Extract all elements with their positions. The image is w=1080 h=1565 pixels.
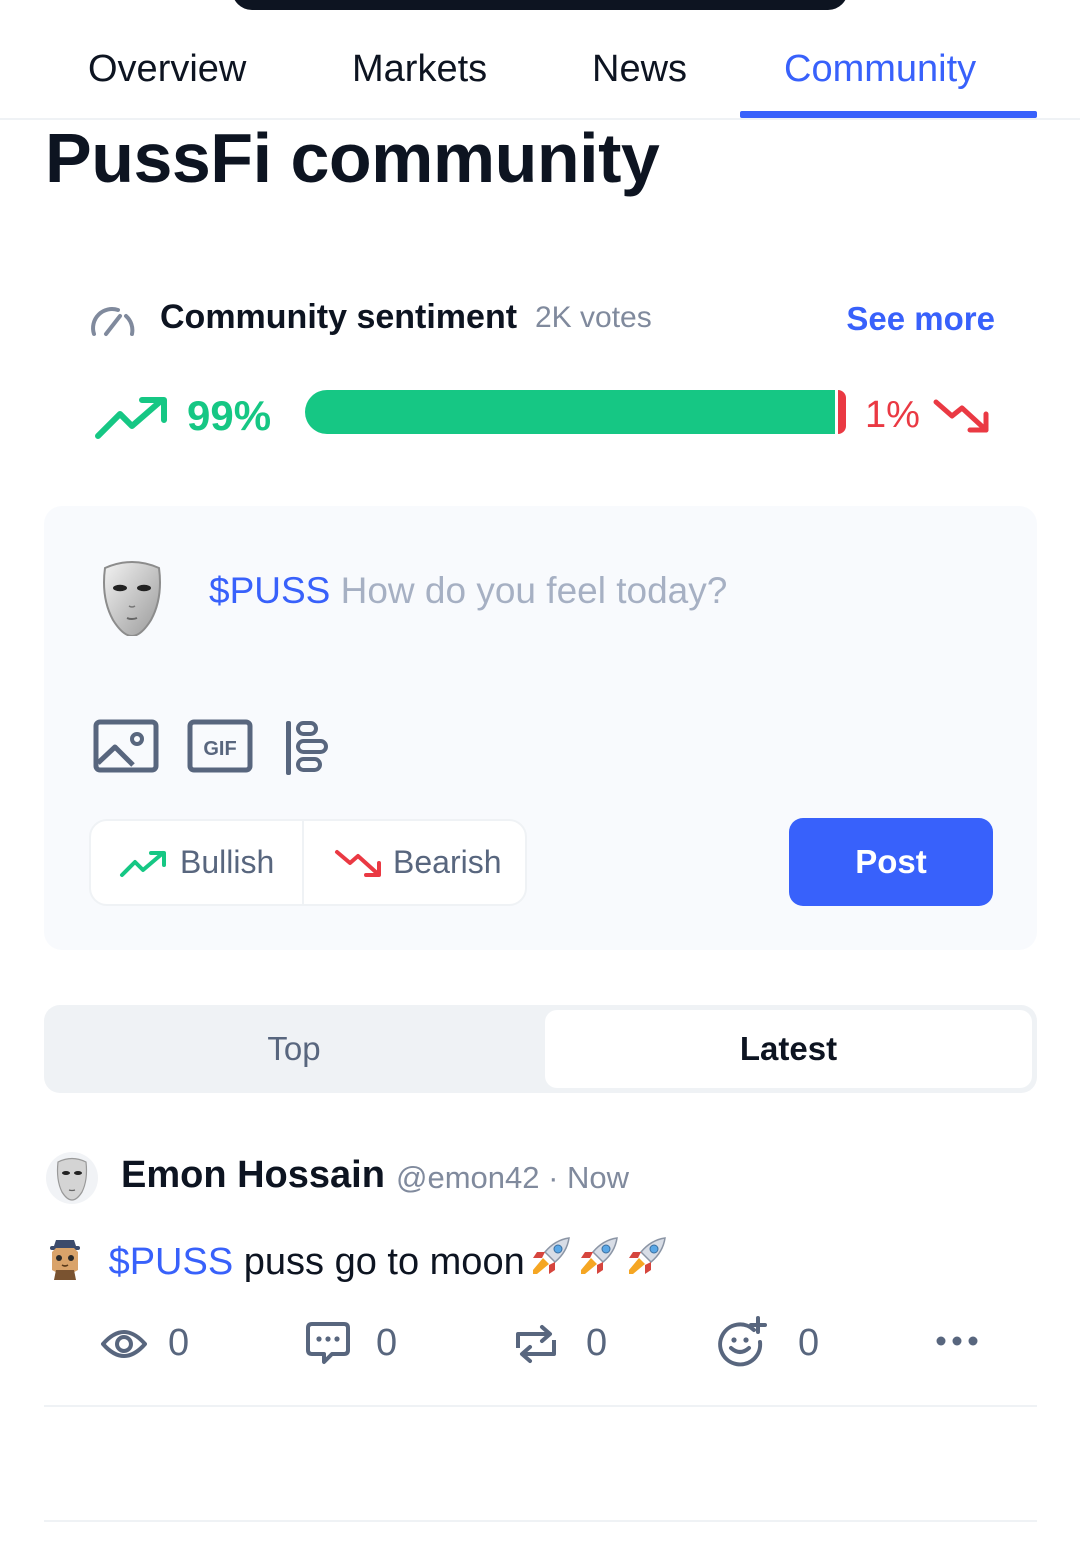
feed-sort-tabs: Top Latest <box>44 1005 1037 1093</box>
post-actions: 0 0 0 0 <box>100 1316 1000 1372</box>
author-avatar[interactable] <box>46 1152 98 1204</box>
composer-input[interactable]: $PUSS How do you feel today? <box>209 570 727 612</box>
vote-count: 2K votes <box>535 301 652 334</box>
post-composer: $PUSS How do you feel today? GIF Bullish <box>44 506 1037 950</box>
image-icon[interactable] <box>93 719 159 773</box>
active-tab-indicator <box>740 111 1037 118</box>
trend-down-icon <box>933 399 989 433</box>
repost-action[interactable]: 0 <box>512 1316 632 1372</box>
views-action[interactable]: 0 <box>100 1316 220 1372</box>
tab-top[interactable]: Top <box>49 1010 539 1088</box>
gif-icon[interactable]: GIF <box>187 719 253 773</box>
bullish-label: Bullish <box>180 844 275 880</box>
trend-up-icon <box>95 397 167 439</box>
bullish-button[interactable]: Bullish <box>91 821 301 904</box>
rocket-icon <box>580 1237 618 1274</box>
svg-text:GIF: GIF <box>203 738 236 760</box>
post-divider <box>44 1520 1037 1522</box>
author-handle-time: @emon42 · Now <box>396 1160 630 1195</box>
reaction-count: 0 <box>798 1322 820 1364</box>
repost-icon <box>516 1325 556 1363</box>
trend-down-icon <box>335 850 381 877</box>
rocket-icon <box>628 1237 666 1274</box>
mask-avatar <box>56 1157 88 1201</box>
comment-count: 0 <box>376 1322 398 1364</box>
bearish-button[interactable]: Bearish <box>304 821 526 904</box>
comment-action[interactable]: 0 <box>304 1316 424 1372</box>
page-title: PussFi community <box>45 119 660 197</box>
more-options-icon[interactable] <box>935 1334 979 1348</box>
bearish-bar-fill <box>838 390 846 434</box>
post-text: puss go to moon <box>243 1241 525 1283</box>
rocket-icon <box>532 1237 570 1274</box>
sentiment-bar <box>305 390 846 434</box>
sentiment-toggle: Bullish Bearish <box>89 819 527 906</box>
poll-icon[interactable] <box>284 719 330 777</box>
tab-news[interactable]: News <box>592 48 687 91</box>
comment-icon <box>306 1322 350 1364</box>
bullish-percent: 99% <box>187 392 272 439</box>
post-ticker[interactable]: $PUSS <box>109 1241 234 1283</box>
gauge-icon <box>91 307 135 336</box>
add-reaction-icon <box>718 1316 767 1367</box>
tab-community[interactable]: Community <box>784 48 976 91</box>
tab-overview[interactable]: Overview <box>88 48 246 91</box>
see-more-link[interactable]: See more <box>846 300 995 338</box>
sentiment-title: Community sentiment <box>160 298 518 336</box>
composer-ticker: $PUSS <box>209 570 331 611</box>
bearish-percent: 1% <box>865 394 920 436</box>
cat-token-icon <box>50 1240 80 1280</box>
post-body: $PUSS puss go to moon <box>44 1234 669 1284</box>
post-button[interactable]: Post <box>789 818 993 906</box>
trend-up-icon <box>120 851 166 877</box>
bearish-label: Bearish <box>393 844 502 880</box>
tab-latest[interactable]: Latest <box>545 1010 1032 1088</box>
top-tab-bar: Overview Markets News Community <box>0 0 1080 120</box>
react-action[interactable]: 0 <box>716 1316 846 1372</box>
sentiment-bar-row: 99% 1% <box>90 388 995 448</box>
repost-count: 0 <box>586 1322 608 1364</box>
eye-icon <box>101 1330 147 1358</box>
mask-avatar <box>103 561 161 636</box>
bullish-bar-fill <box>305 390 835 434</box>
sentiment-header: Community sentiment 2K votes See more <box>90 296 995 346</box>
feed-post: Emon Hossain @emon42 · Now $PUSS puss go… <box>44 1140 1037 1407</box>
author-name[interactable]: Emon Hossain <box>121 1154 385 1197</box>
views-count: 0 <box>168 1322 190 1364</box>
composer-placeholder: How do you feel today? <box>340 570 728 611</box>
tab-markets[interactable]: Markets <box>352 48 487 91</box>
